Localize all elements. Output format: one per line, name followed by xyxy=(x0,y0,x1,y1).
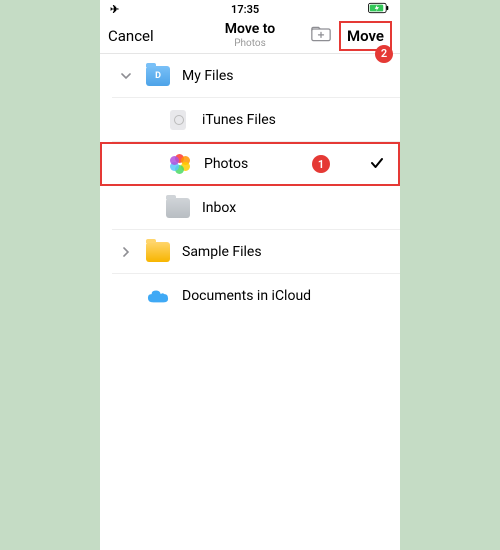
list-item-label: Photos xyxy=(204,156,312,172)
list-item-icloud[interactable]: Documents in iCloud xyxy=(112,274,400,318)
status-bar: ✈ 17:35 xyxy=(100,0,400,18)
move-button-label: Move xyxy=(347,27,384,45)
itunes-icon xyxy=(162,104,194,136)
status-left: ✈ xyxy=(110,3,122,16)
list-item-inbox[interactable]: Inbox xyxy=(112,186,400,230)
folder-icon: D xyxy=(142,60,174,92)
nav-title-group: Move to Photos xyxy=(225,22,275,48)
folder-icon xyxy=(142,236,174,268)
nav-right: Move 2 xyxy=(311,21,392,51)
list-item-myfiles[interactable]: D My Files xyxy=(112,54,400,98)
annotation-badge-1: 1 xyxy=(312,155,330,173)
list-item-sample[interactable]: Sample Files xyxy=(112,230,400,274)
list-item-label: Documents in iCloud xyxy=(182,288,386,304)
list-item-label: Sample Files xyxy=(182,244,386,260)
move-to-screen: ✈ 17:35 Cancel Move to Photos Move 2 xyxy=(100,0,400,550)
nav-subtitle: Photos xyxy=(225,38,275,49)
status-time: 17:35 xyxy=(231,3,259,16)
folder-icon xyxy=(162,192,194,224)
cancel-button[interactable]: Cancel xyxy=(108,27,154,45)
nav-title: Move to xyxy=(225,22,275,37)
move-button[interactable]: Move 2 xyxy=(339,21,392,51)
list-item-label: My Files xyxy=(182,68,386,84)
photos-icon xyxy=(164,148,196,180)
checkmark-icon xyxy=(370,155,384,174)
nav-bar: Cancel Move to Photos Move 2 xyxy=(100,18,400,54)
list-item-label: Inbox xyxy=(202,200,386,216)
battery-charging-icon xyxy=(368,2,390,17)
airplane-mode-icon: ✈ xyxy=(110,3,119,16)
folder-list: D My Files iTunes Files Photos 1 Inbox xyxy=(100,54,400,318)
cloud-icon xyxy=(142,280,174,312)
list-item-itunes[interactable]: iTunes Files xyxy=(112,98,400,142)
list-item-photos[interactable]: Photos 1 xyxy=(100,142,400,186)
new-folder-icon[interactable] xyxy=(311,26,331,46)
list-item-label: iTunes Files xyxy=(202,112,386,128)
chevron-down-icon[interactable] xyxy=(116,71,136,81)
chevron-right-icon[interactable] xyxy=(116,247,136,257)
